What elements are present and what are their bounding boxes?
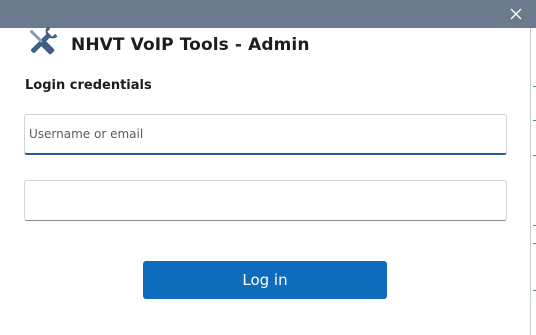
- tools-icon: [29, 26, 58, 55]
- username-input[interactable]: [25, 115, 506, 153]
- dialog-header: NHVT VoIP Tools - Admin: [24, 26, 310, 62]
- close-button[interactable]: [506, 4, 526, 24]
- background-window-edge: [530, 28, 536, 335]
- section-label: Login credentials: [25, 78, 152, 93]
- login-dialog: NHVT VoIP Tools - Admin Login credential…: [0, 26, 530, 335]
- password-input[interactable]: [25, 181, 506, 220]
- password-field[interactable]: [24, 180, 507, 221]
- login-button[interactable]: Log in: [143, 261, 387, 299]
- username-field[interactable]: [24, 114, 507, 155]
- window-titlebar: [0, 0, 536, 28]
- app-title: NHVT VoIP Tools - Admin: [71, 35, 310, 55]
- close-icon: [510, 8, 522, 20]
